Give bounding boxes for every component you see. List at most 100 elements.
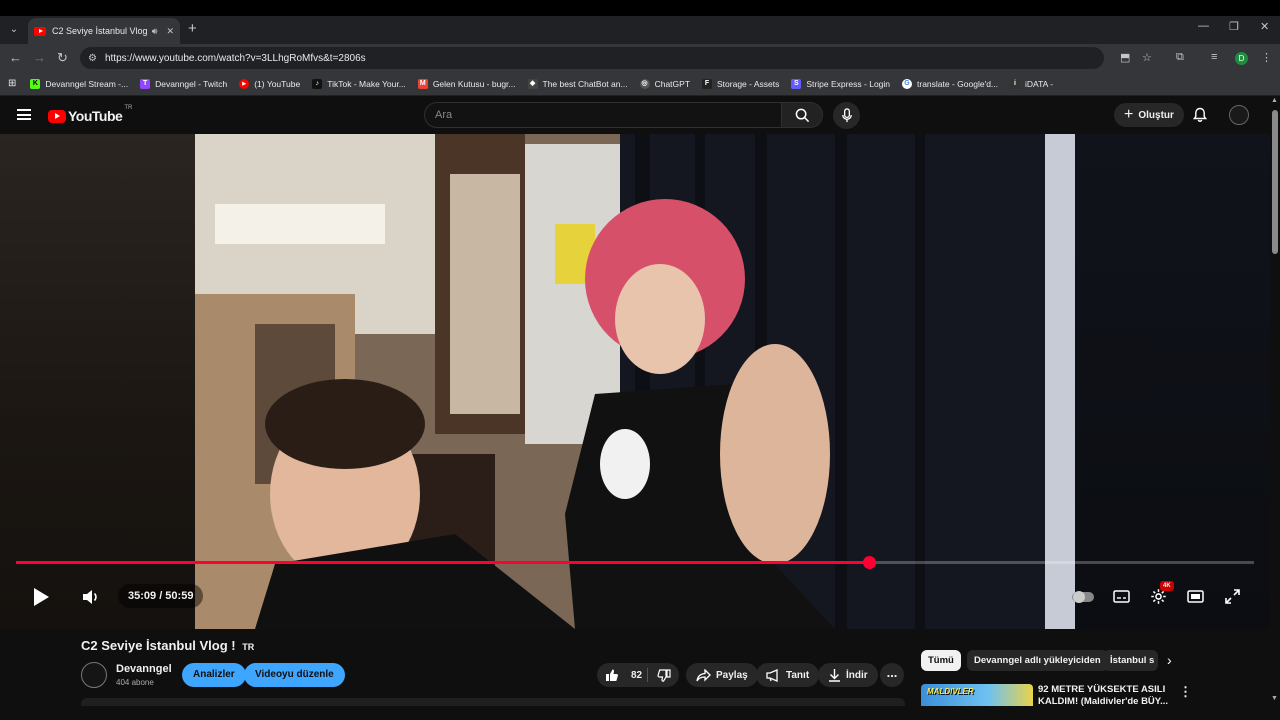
bookmark-item[interactable]: T Devanngel - Twitch (140, 78, 227, 89)
new-tab-button[interactable]: + (188, 20, 197, 37)
edit-video-button[interactable]: Videoyu düzenle (244, 663, 345, 687)
autoplay-toggle[interactable] (1072, 591, 1094, 603)
share-label: Paylaş (716, 669, 748, 681)
browser-tab-strip: ⌄ C2 Seviye İstanbul Vlog ! TR 🔊︎ ✕ + — … (0, 16, 1280, 44)
fullscreen-button[interactable] (1220, 584, 1244, 608)
progress-bar[interactable] (16, 556, 1254, 569)
bookmark-item[interactable]: ▶ (1) YouTube (239, 78, 301, 89)
speaker-icon[interactable]: 🔊︎ (152, 26, 158, 37)
address-bar[interactable]: ⚙ https://www.youtube.com/watch?v=3LLhgR… (80, 47, 1104, 69)
bookmark-item[interactable]: K Devanngel Stream -... (30, 78, 128, 89)
youtube-logo-text: YouTube (68, 108, 123, 124)
browser-tab-active[interactable]: C2 Seviye İstanbul Vlog ! TR 🔊︎ ✕ (28, 18, 180, 44)
channel-avatar[interactable] (81, 662, 107, 688)
notifications-bell-icon[interactable] (1192, 107, 1208, 123)
bookmark-item[interactable]: ♪ TikTok - Make Your... (312, 78, 406, 89)
share-button[interactable]: Paylaş (686, 663, 758, 687)
minimize-button[interactable]: — (1198, 20, 1209, 32)
extensions-icon[interactable]: ⧉ (1176, 51, 1184, 64)
browser-menu-icon[interactable]: ⋮ (1261, 51, 1272, 64)
back-arrow-icon[interactable]: ← (9, 50, 22, 65)
volume-button[interactable] (78, 584, 104, 610)
kick-icon: K (30, 78, 41, 89)
media-controls-icon[interactable]: ≡ (1211, 51, 1217, 63)
bookmark-star-icon[interactable]: ☆ (1142, 51, 1152, 64)
chips-next-chevron-icon[interactable]: › (1167, 652, 1172, 668)
reload-icon[interactable]: ↻ (57, 50, 68, 66)
menu-hamburger-icon[interactable] (17, 109, 31, 120)
search-input[interactable]: Ara (424, 102, 782, 128)
account-avatar[interactable] (1229, 105, 1249, 125)
download-label: İndir (846, 669, 868, 681)
recommended-video-title[interactable]: 92 METRE YÜKSEKTE ASILI KALDIM! (Maldivl… (1038, 684, 1168, 708)
channel-name[interactable]: Devanngel (116, 663, 172, 675)
maximize-button[interactable]: ❐ (1229, 20, 1239, 33)
like-divider (647, 668, 648, 682)
play-button[interactable] (27, 584, 55, 610)
more-actions-button[interactable]: ... (880, 663, 904, 687)
chip-all[interactable]: Tümü (921, 650, 961, 671)
idata-icon: i (1010, 78, 1021, 89)
like-button[interactable]: 82 (597, 663, 647, 687)
close-tab-icon[interactable]: ✕ (166, 26, 174, 37)
video-player[interactable]: 35:09 / 50:59 4K (0, 134, 1270, 629)
promote-button[interactable]: Tanıt (756, 663, 820, 687)
storage-icon: F (702, 78, 713, 89)
play-icon (34, 588, 49, 606)
bookmark-item[interactable]: Gtranslate - Google'd... (902, 78, 998, 89)
bookmark-item[interactable]: i iDATA - (1010, 78, 1054, 89)
chip-istanbul[interactable]: İstanbul s (1103, 650, 1158, 671)
chatbot-icon: ◆ (527, 78, 538, 89)
description-card[interactable] (81, 698, 905, 706)
bookmark-item[interactable]: ◆ The best ChatBot an... (527, 78, 628, 89)
youtube-play-logo-icon (48, 109, 66, 123)
recommended-video-menu-icon[interactable]: ⋮ (1179, 684, 1192, 700)
dislike-button[interactable] (649, 663, 679, 687)
ambient-right (1075, 134, 1270, 629)
close-window-button[interactable]: ✕ (1260, 20, 1269, 33)
subtitles-button[interactable] (1109, 584, 1133, 608)
site-info-icon[interactable]: ⚙ (88, 53, 97, 64)
miniplayer-icon (1186, 589, 1204, 603)
bookmark-item[interactable]: F Storage - Assets (702, 78, 780, 89)
search-icon (795, 108, 809, 122)
time-display: 35:09 / 50:59 (118, 584, 204, 608)
apps-grid-icon[interactable]: ⊞ (8, 78, 16, 89)
miniplayer-button[interactable] (1183, 584, 1207, 608)
scrollbar-thumb[interactable] (1272, 110, 1278, 254)
like-count: 82 (631, 669, 643, 681)
gmail-icon: M (417, 78, 428, 89)
tab-search-chevron-icon[interactable]: ⌄ (6, 22, 22, 38)
youtube-logo[interactable]: YouTube TR (48, 105, 132, 124)
youtube-favicon-icon (34, 26, 46, 36)
video-frame[interactable] (195, 134, 1075, 629)
bookmark-label: iDATA - (1025, 78, 1054, 89)
screen-top-edge (0, 0, 1280, 16)
bookmark-label: Storage - Assets (717, 78, 780, 89)
megaphone-icon (766, 668, 778, 682)
bookmark-label: TikTok - Make Your... (327, 78, 406, 89)
bookmark-item[interactable]: S Stripe Express - Login (791, 78, 891, 89)
like-dislike-group: 82 (597, 663, 679, 687)
bookmark-label: (1) YouTube (254, 78, 301, 89)
bookmark-label: ChatGPT (654, 78, 691, 89)
bookmark-item[interactable]: ◎ ChatGPT (639, 78, 691, 89)
create-button[interactable]: + Oluştur (1114, 103, 1184, 127)
download-button[interactable]: İndir (818, 663, 878, 687)
bookmark-item[interactable]: M Gelen Kutusu - bugr... (417, 78, 516, 89)
profile-avatar[interactable]: D (1235, 52, 1248, 65)
stripe-icon: S (791, 78, 802, 89)
voice-search-button[interactable] (833, 102, 860, 129)
tab-title: C2 Seviye İstanbul Vlog ! TR (52, 26, 148, 36)
promote-label: Tanıt (786, 669, 810, 681)
forward-arrow-icon[interactable]: → (33, 50, 46, 65)
analytics-button[interactable]: Analizler (182, 663, 246, 687)
chip-from-uploader[interactable]: Devanngel adlı yükleyiciden (967, 650, 1108, 671)
search-button[interactable] (781, 102, 823, 128)
quality-badge: 4K (1160, 581, 1174, 591)
scroll-up-arrow-icon[interactable]: ▲ (1271, 97, 1278, 104)
bookmark-label: The best ChatBot an... (542, 78, 628, 89)
install-app-icon[interactable]: ⬒ (1120, 51, 1130, 64)
scroll-down-arrow-icon[interactable]: ▼ (1271, 695, 1278, 702)
bookmark-label: Stripe Express - Login (806, 78, 891, 89)
